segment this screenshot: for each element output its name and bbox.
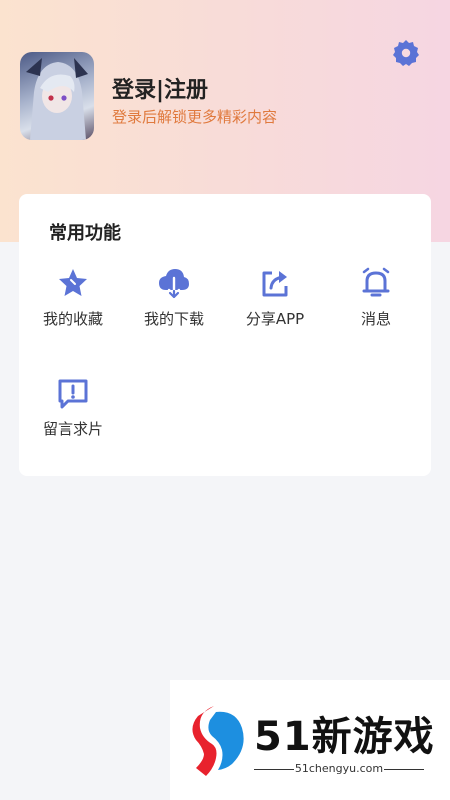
feature-label: 消息 <box>360 310 391 328</box>
section-title: 常用功能 <box>49 223 121 244</box>
divider <box>384 769 424 770</box>
feature-label: 我的收藏 <box>42 310 103 328</box>
star-icon <box>59 269 87 296</box>
gear-icon[interactable] <box>392 39 420 67</box>
watermark-banner: 51新游戏 51chengyu.com <box>170 680 450 800</box>
message-alert-icon <box>58 379 88 409</box>
feature-label: 分享APP <box>245 310 305 328</box>
brand-logo-icon <box>192 706 244 776</box>
bell-icon <box>362 267 390 297</box>
feature-favorites[interactable]: 我的收藏 <box>23 266 123 329</box>
feature-messages[interactable]: 消息 <box>326 266 426 329</box>
login-register-link[interactable]: 登录|注册 <box>112 72 208 104</box>
login-subtitle: 登录后解锁更多精彩内容 <box>112 108 278 126</box>
brand-name: 51新游戏 <box>254 714 435 760</box>
avatar[interactable] <box>20 52 94 140</box>
feature-downloads[interactable]: 我的下载 <box>124 266 224 329</box>
common-functions-card: 常用功能 我的收藏 我的下载 分享APP 消息 留言求片 <box>19 194 431 476</box>
feature-label: 我的下载 <box>143 310 204 328</box>
share-icon <box>262 271 288 297</box>
cloud-download-icon <box>159 269 189 299</box>
feature-label: 留言求片 <box>42 420 103 438</box>
feature-request-movie[interactable]: 留言求片 <box>23 376 123 439</box>
feature-share-app[interactable]: 分享APP <box>225 266 325 329</box>
